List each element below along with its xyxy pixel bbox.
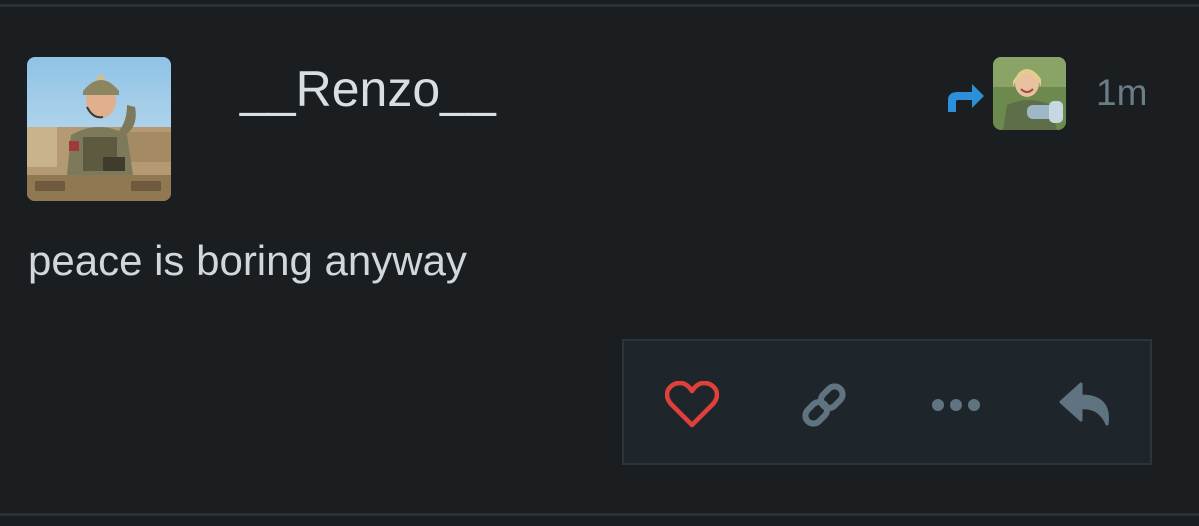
top-divider — [0, 4, 1199, 7]
reply-icon — [1059, 382, 1109, 426]
heart-icon — [665, 381, 719, 428]
more-options-button[interactable] — [926, 375, 986, 435]
booster-avatar[interactable] — [993, 57, 1066, 130]
post-content: peace is boring anyway — [28, 237, 467, 284]
copy-link-button[interactable] — [794, 375, 854, 435]
author-avatar[interactable] — [27, 57, 171, 201]
bottom-divider — [0, 513, 1199, 516]
reply-button[interactable] — [1056, 375, 1116, 435]
status-post: __Renzo__ 1m peace is boring anyway — [0, 0, 1199, 526]
favourite-button[interactable] — [662, 375, 722, 435]
action-bar — [622, 339, 1152, 465]
author-display-name[interactable]: __Renzo__ — [240, 60, 496, 118]
post-timestamp[interactable]: 1m — [1096, 72, 1147, 114]
link-icon — [802, 383, 846, 427]
more-dots-icon — [932, 399, 980, 411]
boost-arrow-icon — [948, 84, 984, 112]
